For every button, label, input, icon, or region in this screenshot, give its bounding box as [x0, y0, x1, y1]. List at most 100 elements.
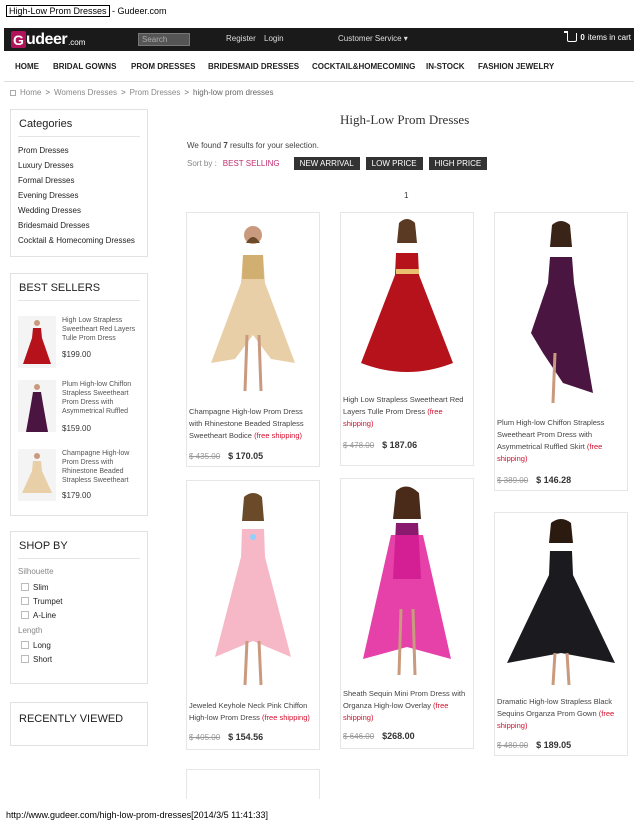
customer-service-menu[interactable]: Customer Service ▾: [338, 34, 408, 43]
cart-label: items in cart: [587, 33, 631, 42]
category-prom-dresses[interactable]: Prom Dresses: [11, 143, 147, 158]
product-name[interactable]: Dramatic High-low Strapless Black Sequin…: [497, 696, 625, 732]
sale-price: $ 187.06: [382, 440, 418, 450]
original-price: $ 646.00: [343, 732, 375, 741]
original-price: $ 405.00: [189, 733, 221, 742]
product-card[interactable]: Dramatic High-low Strapless Black Sequin…: [494, 512, 628, 756]
results-suffix: results for your selection.: [227, 141, 319, 150]
product-card[interactable]: Jeweled Keyhole Neck Pink Chiffon High-l…: [186, 480, 320, 750]
nav-home[interactable]: HOME: [15, 62, 39, 71]
category-cocktail-homecoming[interactable]: Cocktail & Homecoming Dresses: [11, 233, 147, 248]
product-name[interactable]: Champagne High-low Prom Dress with Rhine…: [189, 406, 317, 442]
shopby-panel: SHOP BY Silhouette Slim Trumpet A-Line L…: [10, 531, 148, 684]
checkbox[interactable]: [21, 583, 29, 591]
filter-short[interactable]: Short: [11, 652, 147, 666]
breadcrumb-current: high-low prom dresses: [193, 88, 274, 97]
original-price: $ 389.00: [497, 476, 529, 485]
product-card[interactable]: Champagne High-low Prom Dress with Rhine…: [186, 212, 320, 467]
product-image[interactable]: [187, 481, 319, 693]
product-image[interactable]: [187, 213, 319, 401]
product-name[interactable]: Jeweled Keyhole Neck Pink Chiffon High-l…: [189, 700, 317, 724]
print-title-link[interactable]: High-Low Prom Dresses: [6, 5, 110, 17]
category-formal-dresses[interactable]: Formal Dresses: [11, 173, 147, 188]
bestsellers-panel: BEST SELLERS High Low Strapless Sweethea…: [10, 273, 148, 516]
shopby-title: SHOP BY: [18, 532, 140, 559]
filter-long[interactable]: Long: [11, 638, 147, 652]
filter-trumpet-label: Trumpet: [33, 596, 63, 606]
nav-bridal-gowns[interactable]: BRIDAL GOWNS: [53, 62, 116, 71]
filter-slim-label: Slim: [33, 582, 49, 592]
checkbox[interactable]: [21, 641, 29, 649]
filter-trumpet[interactable]: Trumpet: [11, 594, 147, 608]
category-wedding-dresses[interactable]: Wedding Dresses: [11, 203, 147, 218]
cart-link[interactable]: 0 items in cart: [564, 31, 631, 42]
nav-fashion-jewelry[interactable]: FASHION JEWELRY: [478, 62, 554, 71]
sale-price: $ 189.05: [536, 740, 572, 750]
breadcrumb-prom-dresses[interactable]: Prom Dresses: [130, 88, 181, 97]
sale-price: $ 154.56: [228, 732, 264, 742]
product-image[interactable]: [495, 213, 627, 409]
logo-text: udeer: [26, 30, 68, 48]
product-image[interactable]: [495, 513, 627, 691]
breadcrumb-separator: >: [45, 88, 51, 97]
product-name[interactable]: Sheath Sequin Mini Prom Dress with Organ…: [343, 688, 471, 724]
original-price: $ 478.00: [343, 441, 375, 450]
bestseller-thumbnail[interactable]: [18, 316, 56, 368]
sort-low-price[interactable]: LOW PRICE: [365, 157, 423, 170]
sort-high-price[interactable]: HIGH PRICE: [428, 157, 488, 170]
product-image[interactable]: [341, 479, 473, 683]
filter-slim[interactable]: Slim: [11, 580, 147, 594]
bestseller-thumbnail[interactable]: [18, 380, 56, 432]
bestseller-name[interactable]: High Low Strapless Sweetheart Red Layers…: [62, 316, 142, 343]
bestseller-name[interactable]: Plum High-low Chiffon Strapless Sweethea…: [62, 380, 142, 416]
bestseller-item[interactable]: Plum High-low Chiffon Strapless Sweethea…: [18, 380, 142, 440]
nav-prom-dresses[interactable]: PROM DRESSES: [131, 62, 195, 71]
bestseller-thumbnail[interactable]: [18, 449, 56, 501]
sort-label: Sort by :: [187, 159, 217, 168]
pagination-page[interactable]: 1: [404, 191, 408, 200]
login-link[interactable]: Login: [264, 34, 284, 43]
silhouette-label: Silhouette: [18, 567, 54, 576]
product-name[interactable]: Plum High-low Chiffon Strapless Sweethea…: [497, 417, 625, 465]
dress-illustration: [507, 519, 615, 686]
category-luxury-dresses[interactable]: Luxury Dresses: [11, 158, 147, 173]
product-name[interactable]: High Low Strapless Sweetheart Red Layers…: [343, 394, 471, 430]
category-evening-dresses[interactable]: Evening Dresses: [11, 188, 147, 203]
bestseller-item[interactable]: High Low Strapless Sweetheart Red Layers…: [18, 316, 142, 376]
nav-in-stock[interactable]: IN-STOCK: [426, 62, 465, 71]
category-bridesmaid-dresses[interactable]: Bridesmaid Dresses: [11, 218, 147, 233]
product-card[interactable]: Sheath Sequin Mini Prom Dress with Organ…: [340, 478, 474, 749]
logo-mark: G: [11, 31, 26, 48]
filter-a-line[interactable]: A-Line: [11, 608, 147, 622]
checkbox[interactable]: [21, 655, 29, 663]
checkbox[interactable]: [21, 611, 29, 619]
nav-cocktail-homecoming[interactable]: COCKTAIL&HOMECOMING: [312, 62, 415, 71]
search-input[interactable]: Search: [138, 33, 190, 46]
product-card[interactable]: High Low Strapless Sweetheart Red Layers…: [340, 212, 474, 466]
sale-price: $ 170.05: [228, 451, 264, 461]
product-image[interactable]: [341, 213, 473, 389]
product-card[interactable]: [186, 769, 320, 799]
original-price: $ 435.00: [189, 452, 221, 461]
product-card[interactable]: Plum High-low Chiffon Strapless Sweethea…: [494, 212, 628, 491]
bestseller-name[interactable]: Champagne High-low Prom Dress with Rhine…: [62, 449, 142, 485]
breadcrumb-home[interactable]: Home: [20, 88, 41, 97]
breadcrumb-womens-dresses[interactable]: Womens Dresses: [54, 88, 117, 97]
bestseller-price: $159.00: [62, 424, 91, 433]
breadcrumb: Home > Womens Dresses > Prom Dresses > h…: [10, 88, 274, 97]
recently-viewed-title: RECENTLY VIEWED: [19, 713, 124, 725]
sort-best-selling[interactable]: BEST SELLING: [223, 159, 280, 168]
site-logo[interactable]: G udeer .com: [11, 30, 85, 49]
product-title[interactable]: Dramatic High-low Strapless Black Sequin…: [497, 697, 612, 718]
checkbox[interactable]: [21, 597, 29, 605]
nav-bridesmaid-dresses[interactable]: BRIDESMAID DRESSES: [208, 62, 299, 71]
results-prefix: We found: [187, 141, 224, 150]
product-title[interactable]: High Low Strapless Sweetheart Red Layers…: [343, 395, 463, 416]
bestseller-item[interactable]: Champagne High-low Prom Dress with Rhine…: [18, 449, 142, 509]
register-link[interactable]: Register: [226, 34, 256, 43]
breadcrumb-separator: >: [184, 88, 190, 97]
sort-bar: Sort by : BEST SELLING NEW ARRIVAL LOW P…: [187, 157, 488, 170]
cart-icon: [564, 31, 578, 42]
sort-new-arrival[interactable]: NEW ARRIVAL: [293, 157, 360, 170]
sale-price: $268.00: [382, 731, 415, 741]
